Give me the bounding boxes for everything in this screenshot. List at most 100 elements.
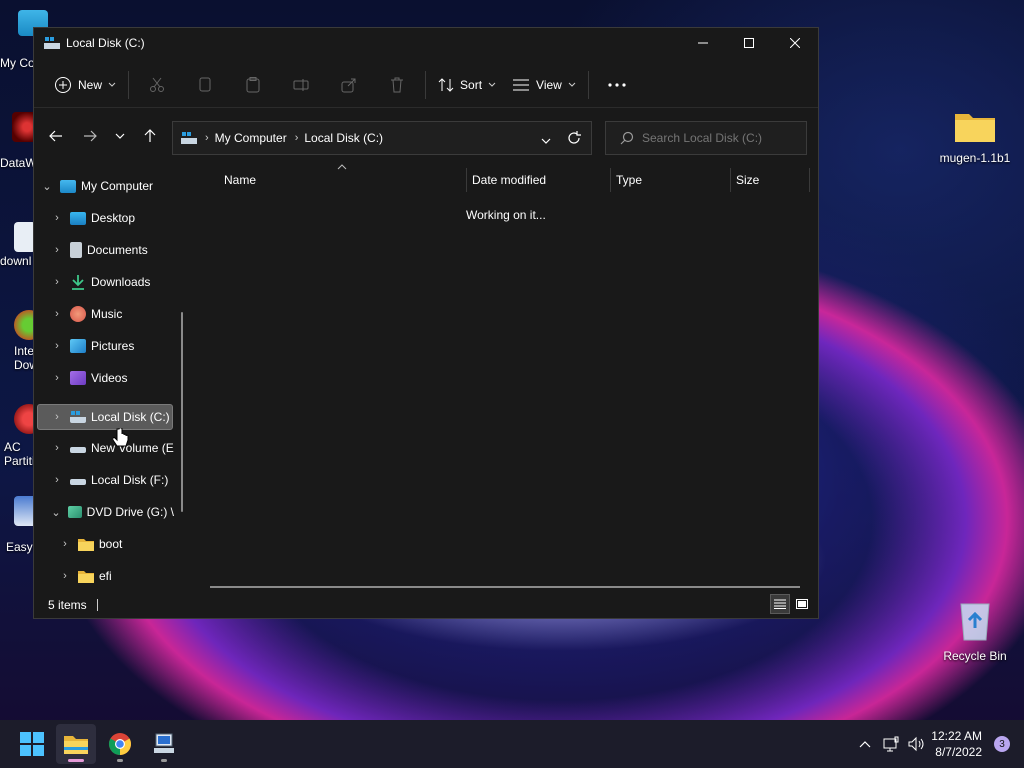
clock[interactable]: 12:22 AM 8/7/2022 [931,728,982,760]
desktop-icon-recycle-bin[interactable]: Recycle Bin [935,598,1015,663]
tree-item-local-disk-c[interactable]: › Local Disk (C:) [37,404,173,430]
tree-item-boot[interactable]: › boot [58,532,178,556]
column-header-name[interactable]: Name [224,168,256,192]
tree-item-local-disk-f[interactable]: › Local Disk (F:) [50,468,180,492]
divider [96,599,98,611]
volume-button[interactable] [903,736,931,752]
show-hidden-icons-button[interactable] [851,740,879,748]
tree-item-pictures[interactable]: › Pictures [50,334,180,358]
navigation-bar: › My Computer › Local Disk (C:) [34,116,818,158]
taskbar-chrome[interactable] [100,724,140,764]
column-divider[interactable] [466,168,467,192]
chevron-down-icon[interactable]: ⌄ [50,506,62,519]
tree-item-music[interactable]: › Music [50,302,180,326]
paste-button[interactable] [229,69,277,101]
tree-item-dvd-drive-g[interactable]: ⌄ DVD Drive (G:) \ [50,500,174,524]
tree-item-videos[interactable]: › Videos [50,366,180,390]
address-bar[interactable]: › My Computer › Local Disk (C:) [172,121,592,155]
share-button[interactable] [325,69,373,101]
chevron-down-icon [488,82,496,87]
chevron-right-icon[interactable]: › [50,212,64,224]
column-header-size[interactable]: Size [736,168,759,192]
back-button[interactable] [42,122,70,150]
item-count: 5 items [48,598,87,612]
rename-button[interactable] [277,69,325,101]
taskbar: 12:22 AM 8/7/2022 3 [0,720,1024,768]
tree-item-desktop[interactable]: › Desktop [50,206,180,230]
start-icon [20,732,44,756]
start-button[interactable] [12,724,52,764]
column-header-date-modified[interactable]: Date modified [472,168,546,192]
desktop-icon-mugen-folder[interactable]: mugen-1.1b1 [935,108,1015,165]
details-view-button[interactable] [770,594,790,614]
maximize-button[interactable] [726,28,772,58]
search-input[interactable] [642,131,802,145]
title-bar[interactable]: Local Disk (C:) [34,28,818,58]
address-history-button[interactable] [541,134,551,148]
chevron-right-icon[interactable]: › [50,276,64,288]
chevron-down-icon [108,82,116,87]
sort-icon [438,77,454,92]
large-icons-view-button[interactable] [792,594,812,614]
divider [587,70,589,99]
command-bar: New Sort View [34,62,818,108]
chevron-right-icon[interactable]: › [50,474,64,486]
chevron-right-icon[interactable]: › [50,442,64,454]
active-indicator [68,759,84,762]
new-button[interactable]: New [46,69,124,101]
chevron-right-icon[interactable]: › [58,538,72,550]
notification-badge[interactable]: 3 [994,736,1010,752]
forward-button[interactable] [76,122,104,150]
cut-button[interactable] [133,69,181,101]
see-more-button[interactable] [593,69,641,101]
file-list-area: Name Date modified Type Size Working on … [194,160,818,590]
delete-button[interactable] [373,69,421,101]
refresh-button[interactable] [567,131,581,148]
view-button[interactable]: View [504,69,584,101]
navpane-scrollbar[interactable] [181,312,183,512]
tree-item-new-volume-e[interactable]: › New Volume (E [50,436,174,460]
tree-item-documents[interactable]: › Documents [50,238,180,262]
minimize-button[interactable] [680,28,726,58]
search-box[interactable] [605,121,807,155]
folder-icon [78,571,94,583]
network-status-button[interactable] [879,736,903,752]
paste-icon [246,76,260,92]
column-divider[interactable] [730,168,731,192]
folder-icon [955,114,995,142]
chevron-right-icon[interactable]: › [50,244,64,256]
copy-button[interactable] [181,69,229,101]
column-divider[interactable] [809,168,810,192]
file-explorer-icon [64,736,88,754]
dvd-icon [67,506,82,518]
chevron-down-icon[interactable]: ⌄ [40,180,54,193]
tree-item-downloads[interactable]: › Downloads [50,270,180,294]
chevron-right-icon[interactable]: › [50,411,64,423]
refresh-icon [568,131,581,144]
drive-icon [70,447,86,453]
chevron-right-icon[interactable]: › [50,340,64,352]
tree-item-my-computer[interactable]: ⌄ My Computer [40,174,180,198]
chevron-right-icon[interactable]: › [58,570,72,582]
taskbar-file-explorer[interactable] [56,724,96,764]
breadcrumb-local-disk[interactable]: Local Disk (C:) [304,131,383,145]
running-indicator [117,759,123,762]
sort-button[interactable]: Sort [430,69,504,101]
tree-item-efi[interactable]: › efi [58,564,178,588]
column-divider[interactable] [610,168,611,192]
arrow-left-icon [49,130,62,142]
up-button[interactable] [136,122,164,150]
chevron-right-icon[interactable]: › [50,372,64,384]
chevron-right-icon[interactable]: › [50,308,64,320]
divider [425,70,427,99]
horizontal-scrollbar[interactable] [210,586,800,588]
recycle-bin-icon [960,603,990,641]
network-icon [883,736,899,752]
close-button[interactable] [772,28,818,58]
column-header-type[interactable]: Type [616,168,642,192]
sort-up-icon [337,164,347,170]
taskbar-network-app[interactable] [144,724,184,764]
recent-locations-button[interactable] [106,122,134,150]
breadcrumb-my-computer[interactable]: My Computer [215,131,287,145]
chrome-icon [109,733,131,755]
